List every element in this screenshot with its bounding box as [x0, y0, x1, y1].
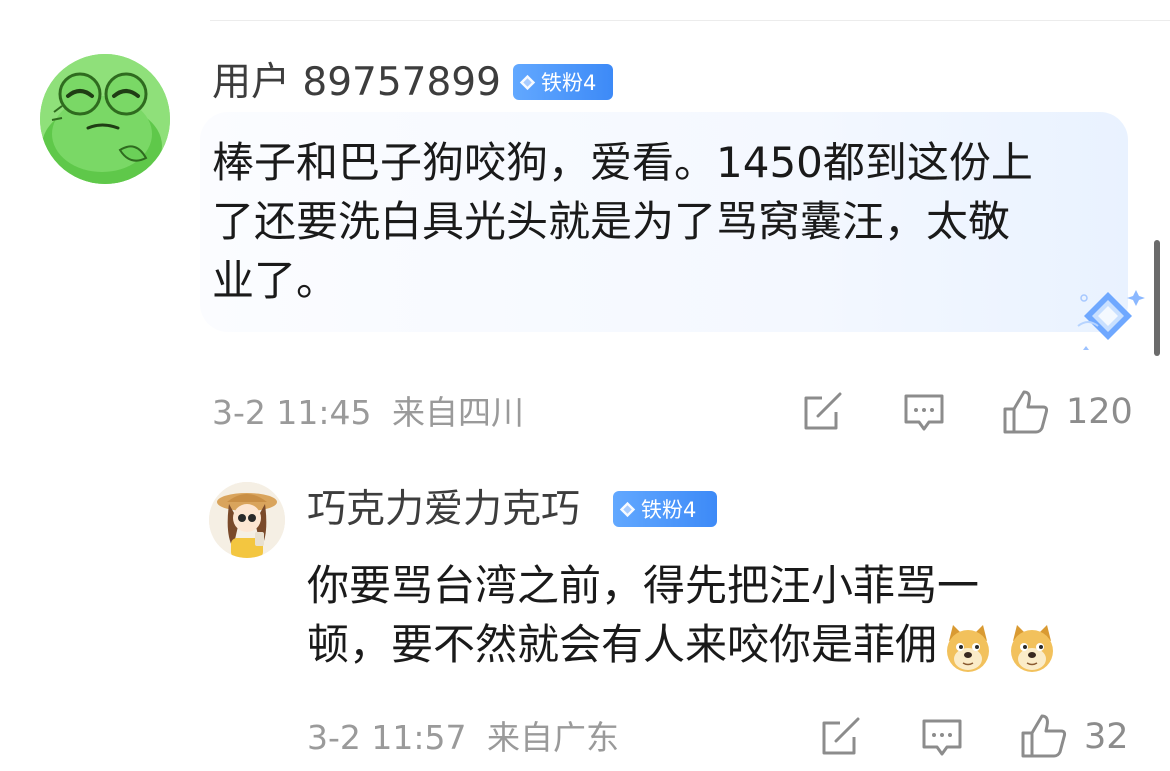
badge-label: 铁粉4 [541, 71, 597, 95]
content-line: 你要骂台湾之前，得先把汪小菲骂一 [307, 561, 980, 610]
avatar[interactable] [209, 482, 285, 558]
scrollbar[interactable] [1154, 240, 1160, 356]
content-line: 棒子和巴子狗咬狗，爱看。1450都到这份上 [212, 138, 1033, 187]
comment-meta: 3-2 11:45 来自四川 [212, 396, 524, 429]
frog-avatar-icon [40, 54, 170, 184]
comment-icon[interactable] [921, 718, 963, 758]
like-icon[interactable] [1002, 389, 1050, 435]
avatar[interactable] [40, 54, 170, 184]
comment-content: 棒子和巴子狗咬狗，爱看。1450都到这份上 了还要洗白具光头就是为了骂窝囊汪，太… [212, 133, 1033, 310]
like-icon[interactable] [1020, 713, 1068, 759]
share-icon[interactable] [820, 717, 862, 757]
like-count: 120 [1066, 392, 1133, 432]
diamond-icon [619, 501, 636, 517]
top-divider [210, 20, 1170, 21]
diamond-icon [519, 74, 536, 90]
comment-time: 3-2 11:57 [307, 718, 467, 757]
content-line: 了还要洗白具光头就是为了骂窝囊汪，太敬 [212, 197, 1011, 246]
like-count: 32 [1084, 717, 1129, 757]
comment-content: 你要骂台湾之前，得先把汪小菲骂一 顿，要不然就会有人来咬你是菲佣 [307, 556, 1057, 674]
fan-badge[interactable]: 铁粉4 [613, 491, 717, 527]
username[interactable]: 用户 89757899 [212, 63, 501, 102]
badge-label: 铁粉4 [641, 498, 697, 522]
content-line: 业了。 [212, 256, 339, 305]
comment-icon[interactable] [903, 393, 945, 433]
fan-badge[interactable]: 铁粉4 [513, 64, 613, 100]
comment-time: 3-2 11:45 [212, 393, 372, 432]
diamond-decoration-icon [1077, 290, 1145, 350]
share-icon[interactable] [802, 392, 844, 432]
doge-emoji-icon [1011, 624, 1054, 672]
content-text: 顿，要不然就会有人来咬你是菲佣 [307, 620, 938, 669]
comment-location: 来自四川 [392, 393, 524, 432]
comment-location: 来自广东 [487, 718, 619, 757]
comment-meta: 3-2 11:57 来自广东 [307, 721, 619, 754]
username[interactable]: 巧克力爱力克巧 [307, 490, 580, 529]
girl-avatar-icon [209, 482, 285, 558]
doge-emoji-icon [947, 624, 990, 672]
content-line-with-emoji: 顿，要不然就会有人来咬你是菲佣 [307, 615, 1057, 674]
